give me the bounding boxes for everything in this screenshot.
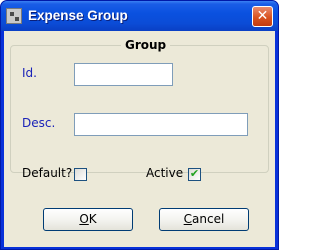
active-label: Active xyxy=(146,166,184,180)
cancel-button[interactable]: Cancel xyxy=(159,208,249,231)
desc-label: Desc. xyxy=(22,116,56,130)
group-title: Group xyxy=(121,38,171,52)
expense-group-dialog: Expense Group ✕ Group Id. Desc. Default?… xyxy=(0,0,279,250)
close-icon: ✕ xyxy=(256,8,269,24)
ok-mnemonic: O xyxy=(79,212,89,226)
dialog-client-area: Group Id. Desc. Default? Active ✔ OK Can… xyxy=(4,31,275,247)
ok-button[interactable]: OK xyxy=(43,208,133,231)
title-bar[interactable]: Expense Group ✕ xyxy=(1,1,278,31)
desc-field[interactable] xyxy=(74,113,248,136)
id-label: Id. xyxy=(22,66,37,80)
close-button[interactable]: ✕ xyxy=(252,6,273,27)
app-icon xyxy=(6,8,22,24)
active-checkbox[interactable]: ✔ xyxy=(188,167,201,181)
checkmark-icon: ✔ xyxy=(189,167,200,180)
default-checkbox[interactable] xyxy=(74,168,87,181)
window-title: Expense Group xyxy=(28,8,128,23)
id-field[interactable] xyxy=(74,63,173,86)
cancel-label-rest: ancel xyxy=(192,212,225,226)
ok-label-rest: K xyxy=(88,212,97,226)
default-label: Default? xyxy=(22,166,73,180)
cancel-mnemonic: C xyxy=(183,212,193,226)
